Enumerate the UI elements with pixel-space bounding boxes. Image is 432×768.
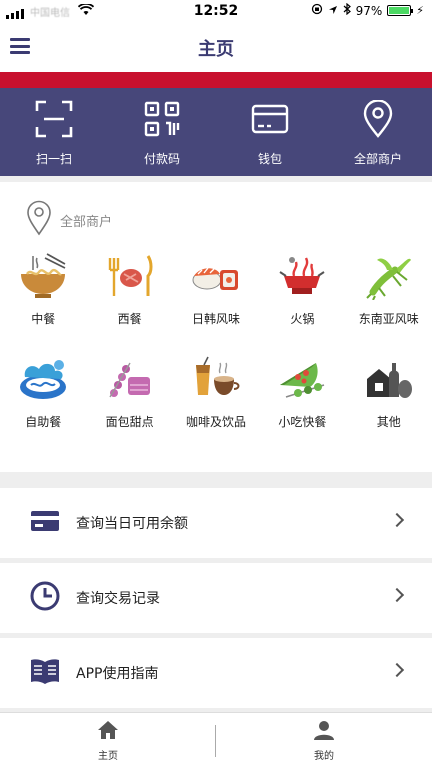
tab-mine[interactable]: 我的 — [216, 713, 432, 768]
quick-action-all-merchants[interactable]: 全部商户 — [324, 88, 432, 176]
category-coffee-drinks[interactable]: 咖啡及饮品 — [173, 355, 259, 430]
lock-rotation-icon — [311, 3, 323, 18]
category-jp-kr[interactable]: 日韩风味 — [173, 252, 259, 327]
lobster-icon — [363, 252, 415, 304]
quick-action-wallet[interactable]: 钱包 — [216, 88, 324, 176]
other-food-icon — [363, 355, 415, 407]
category-other[interactable]: 其他 — [346, 355, 432, 430]
tab-divider — [215, 725, 216, 757]
location-pin-icon — [26, 200, 52, 240]
battery-level — [389, 7, 409, 14]
bluetooth-icon — [343, 2, 351, 18]
category-label: 面包甜点 — [105, 415, 154, 429]
menu-row-balance[interactable]: 查询当日可用余额 — [0, 488, 432, 558]
category-label: 自助餐 — [25, 415, 62, 429]
sushi-icon — [190, 252, 242, 304]
category-label: 其他 — [376, 415, 401, 429]
category-label: 西餐 — [117, 312, 142, 326]
clock-icon — [30, 581, 60, 615]
category-label: 日韩风味 — [191, 312, 240, 326]
menu-row-label: 查询当日可用余额 — [76, 516, 188, 532]
menu-row-transactions[interactable]: 查询交易记录 — [0, 563, 432, 633]
category-chinese[interactable]: 中餐 — [0, 252, 86, 327]
category-snacks[interactable]: 小吃快餐 — [259, 355, 345, 430]
tab-label: 我的 — [314, 751, 334, 762]
category-buffet[interactable]: 自助餐 — [0, 355, 86, 430]
quick-action-label: 扫一扫 — [35, 152, 72, 166]
home-icon — [97, 719, 119, 745]
quick-action-label: 全部商户 — [353, 152, 402, 166]
noodle-bowl-icon — [17, 252, 69, 304]
category-label: 咖啡及饮品 — [185, 415, 246, 429]
wallet-card-icon — [248, 100, 292, 142]
location-arrow-icon — [328, 4, 338, 18]
chevron-right-icon — [389, 662, 405, 678]
status-bar: 中国电信 12:52 97% ⚡ — [0, 0, 432, 22]
menu-row-guide[interactable]: APP使用指南 — [0, 638, 432, 708]
fork-steak-knife-icon — [104, 252, 156, 304]
chevron-right-icon — [389, 512, 405, 528]
menu-row-label: 查询交易记录 — [76, 591, 160, 607]
menu-list: 查询当日可用余额 查询交易记录 APP使用指南 — [0, 488, 432, 713]
page-title: 主页 — [198, 39, 234, 60]
location-pin-icon — [359, 99, 397, 142]
user-icon — [313, 719, 335, 745]
dessert-icon — [104, 355, 156, 407]
category-dessert[interactable]: 面包甜点 — [86, 355, 172, 430]
menu-row-label: APP使用指南 — [76, 666, 159, 682]
quick-action-pay-code[interactable]: 付款码 — [108, 88, 216, 176]
card-icon — [30, 506, 60, 540]
tab-home[interactable]: 主页 — [0, 713, 216, 768]
quick-action-label: 付款码 — [143, 152, 180, 166]
status-indicators: 97% ⚡ — [311, 2, 424, 18]
nav-bar: 主页 — [0, 22, 432, 72]
category-label: 火锅 — [290, 312, 315, 326]
category-hotpot[interactable]: 火锅 — [259, 252, 345, 327]
category-grid: 中餐 西餐 日韩风味 火锅 东南亚风味 自助餐 面包甜点 咖啡及饮品 小吃快餐 … — [0, 252, 432, 430]
category-label: 东南亚风味 — [358, 312, 419, 326]
tab-bar: 主页 我的 — [0, 712, 432, 768]
quick-actions-bar: 扫一扫 付款码 钱包 全部商户 — [0, 88, 432, 176]
merchant-panel: 全部商户 中餐 西餐 日韩风味 火锅 东南亚风味 自助餐 面包甜点 咖啡及饮品 … — [0, 182, 432, 472]
book-icon — [30, 656, 60, 690]
tab-label: 主页 — [98, 751, 118, 762]
accent-strip — [0, 72, 432, 88]
charging-bolt-icon: ⚡ — [416, 4, 424, 17]
battery-icon — [387, 5, 414, 16]
qr-code-icon — [143, 100, 181, 142]
coffee-drink-icon — [190, 355, 242, 407]
category-se-asian[interactable]: 东南亚风味 — [346, 252, 432, 327]
merchant-panel-header[interactable]: 全部商户 — [26, 200, 112, 240]
merchant-panel-title: 全部商户 — [60, 214, 113, 230]
quick-action-label: 钱包 — [257, 152, 282, 166]
quick-action-scan[interactable]: 扫一扫 — [0, 88, 108, 176]
chevron-right-icon — [389, 587, 405, 603]
buffet-plate-icon — [17, 355, 69, 407]
category-western[interactable]: 西餐 — [86, 252, 172, 327]
category-label: 中餐 — [31, 312, 56, 326]
hotpot-icon — [276, 252, 328, 304]
scan-icon — [35, 100, 73, 142]
pizza-skewer-icon — [276, 355, 328, 407]
battery-percent: 97% — [355, 3, 383, 18]
category-label: 小吃快餐 — [278, 415, 327, 429]
